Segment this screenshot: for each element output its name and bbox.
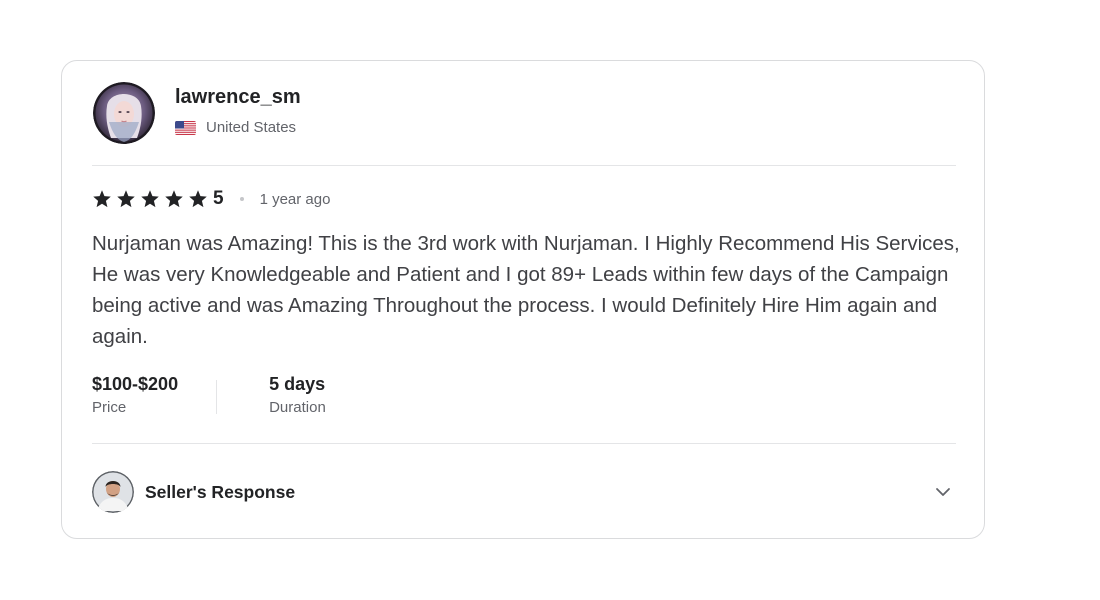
review-time-ago: 1 year ago — [259, 190, 331, 208]
reviewer-info: lawrence_sm United States — [175, 85, 301, 136]
price-block: $100-$200 Price — [92, 372, 178, 416]
reviewer-header: lawrence_sm United States — [93, 82, 301, 144]
order-meta: $100-$200 Price 5 days Duration — [92, 372, 326, 416]
star-icon — [141, 190, 159, 208]
seller-response-label: Seller's Response — [145, 481, 296, 502]
reviewer-country: United States — [175, 119, 301, 136]
star-icon — [189, 190, 207, 208]
reviewer-avatar[interactable] — [93, 82, 155, 144]
duration-value: 5 days — [269, 374, 326, 394]
seller-response-toggle[interactable]: Seller's Response — [92, 471, 956, 513]
duration-label: Duration — [269, 399, 326, 416]
separator-dot — [239, 197, 244, 201]
star-icon — [117, 190, 135, 208]
review-text: Nurjaman was Amazing! This is the 3rd wo… — [92, 232, 960, 348]
us-flag-icon — [175, 120, 196, 135]
star-icon — [165, 190, 183, 208]
rating-row: 5 1 year ago — [92, 187, 330, 211]
seller-avatar — [92, 471, 134, 513]
price-value: $100-$200 — [92, 374, 179, 394]
chevron-down-icon[interactable] — [934, 483, 952, 501]
footer-divider — [92, 443, 956, 444]
review-card: lawrence_sm United States 5 1 year ago N… — [61, 60, 985, 539]
reviewer-country-name: United States — [206, 119, 297, 136]
reviewer-username[interactable]: lawrence_sm — [175, 85, 301, 109]
meta-divider — [216, 380, 218, 414]
star-rating — [92, 189, 212, 209]
header-divider — [92, 165, 956, 166]
star-icon — [93, 190, 111, 208]
rating-value: 5 — [213, 188, 224, 209]
duration-block: 5 days Duration — [269, 372, 326, 416]
price-label: Price — [92, 399, 127, 416]
